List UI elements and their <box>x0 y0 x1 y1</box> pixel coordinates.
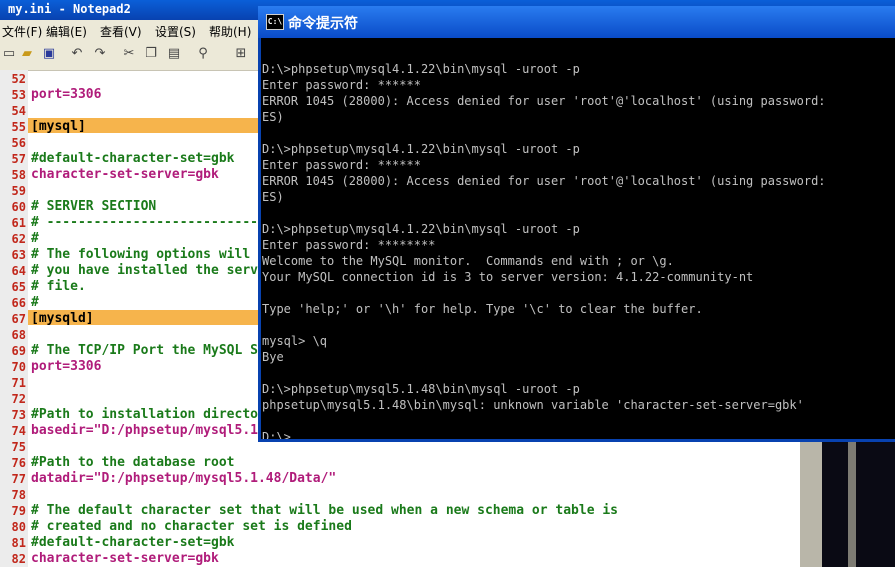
line-number: 75 <box>11 440 26 454</box>
line-number: 69 <box>11 344 26 358</box>
scrollbar-track[interactable] <box>800 440 822 567</box>
cmd-title-bar[interactable]: C:\ 命令提示符 <box>258 6 895 38</box>
line-number: 78 <box>11 488 26 502</box>
line-number: 81 <box>11 536 26 550</box>
code-line: [mysqld] <box>31 311 94 326</box>
code-line: #default-character-set=gbk <box>31 535 235 550</box>
cmd-console-output[interactable]: D:\>phpsetup\mysql4.1.22\bin\mysql -uroo… <box>262 54 895 439</box>
line-number: 77 <box>11 472 26 486</box>
console-line: D:\>phpsetup\mysql4.1.22\bin\mysql -uroo… <box>262 222 580 236</box>
cmd-title: 命令提示符 <box>288 16 358 32</box>
console-line: Type 'help;' or '\h' for help. Type '\c'… <box>262 302 703 316</box>
menu-view[interactable]: 查看(V) <box>100 23 142 40</box>
console-line: phpsetup\mysql5.1.48\bin\mysql: unknown … <box>262 398 804 412</box>
console-line: D:\>phpsetup\mysql4.1.22\bin\mysql -uroo… <box>262 62 580 76</box>
code-line: character-set-server=gbk <box>31 551 219 566</box>
code-line: # The following options will <box>31 247 251 262</box>
code-line: # file. <box>31 279 86 294</box>
code-line: # you have installed the serv <box>31 263 258 278</box>
line-number: 82 <box>11 552 26 566</box>
code-line: basedir="D:/phpsetup/mysql5.1 <box>31 423 258 438</box>
code-line: datadir="D:/phpsetup/mysql5.1.48/Data/" <box>31 471 337 486</box>
copy-icon[interactable]: ❐ <box>142 45 160 63</box>
line-number: 74 <box>11 424 26 438</box>
find-binoculars-icon[interactable]: ⊞ <box>232 45 250 63</box>
line-number: 68 <box>11 328 26 342</box>
console-line: D:\>phpsetup\mysql4.1.22\bin\mysql -uroo… <box>262 142 580 156</box>
console-line: ES) <box>262 110 284 124</box>
line-number-gutter: 52 53 54 55 56 57 58 59 60 61 62 63 64 65 66 67 68 69 70 71… <box>0 70 28 567</box>
console-line: D:\> <box>262 430 291 439</box>
menu-settings[interactable]: 设置(S) <box>155 23 196 40</box>
code-line: character-set-server=gbk <box>31 167 219 182</box>
console-line: Enter password: ******** <box>262 238 436 252</box>
line-number: 53 <box>11 88 26 102</box>
console-line: D:\>phpsetup\mysql5.1.48\bin\mysql -uroo… <box>262 382 580 396</box>
console-line: Enter password: ****** <box>262 158 421 172</box>
line-number: 64 <box>11 264 26 278</box>
code-line: port=3306 <box>31 359 102 374</box>
paste-icon[interactable]: ▤ <box>165 45 183 63</box>
line-number: 76 <box>11 456 26 470</box>
undo-icon[interactable]: ↶ <box>68 45 86 63</box>
line-number: 79 <box>11 504 26 518</box>
line-number: 57 <box>11 152 26 166</box>
code-line: # The default character set that will be… <box>31 503 618 518</box>
line-number: 62 <box>11 232 26 246</box>
new-file-icon[interactable]: ▭ <box>0 45 18 63</box>
menu-edit[interactable]: 编辑(E) <box>46 23 87 40</box>
redo-icon[interactable]: ↷ <box>91 45 109 63</box>
console-line: mysql> \q <box>262 334 328 348</box>
line-number: 67 <box>11 312 26 326</box>
console-line: Enter password: ****** <box>262 78 421 92</box>
line-number: 80 <box>11 520 26 534</box>
save-icon[interactable]: ▣ <box>40 45 58 63</box>
code-line: # <box>31 295 39 310</box>
console-line: Your MySQL connection id is 3 to server … <box>262 270 754 284</box>
line-number: 54 <box>11 104 26 118</box>
console-line: ERROR 1045 (28000): Access denied for us… <box>262 174 826 188</box>
menu-file[interactable]: 文件(F) <box>2 23 42 40</box>
line-number: 71 <box>11 376 26 390</box>
line-number: 58 <box>11 168 26 182</box>
code-line: # SERVER SECTION <box>31 199 157 214</box>
console-line: ERROR 1045 (28000): Access denied for us… <box>262 94 826 108</box>
code-line: #Path to the database root <box>31 455 235 470</box>
code-line: [mysql] <box>31 119 86 134</box>
open-folder-icon[interactable]: ▰ <box>18 45 36 63</box>
line-number: 56 <box>11 136 26 150</box>
line-number: 72 <box>11 392 26 406</box>
find-icon[interactable]: ⚲ <box>194 45 212 63</box>
code-line: port=3306 <box>31 87 102 102</box>
code-line: #default-character-set=gbk <box>31 151 235 166</box>
code-line: # ----------------------------- <box>31 215 274 230</box>
line-number: 73 <box>11 408 26 422</box>
window-border <box>848 440 856 567</box>
console-line: Welcome to the MySQL monitor. Commands e… <box>262 254 674 268</box>
line-number: 60 <box>11 200 26 214</box>
notepad-title: my.ini - Notepad2 <box>8 2 131 16</box>
console-line: ES) <box>262 190 284 204</box>
menu-help[interactable]: 帮助(H) <box>209 23 251 40</box>
console-line: Bye <box>262 350 284 364</box>
line-number: 52 <box>11 72 26 86</box>
line-number: 70 <box>11 360 26 374</box>
line-number: 65 <box>11 280 26 294</box>
code-line: # created and no character set is define… <box>31 519 352 534</box>
line-number: 63 <box>11 248 26 262</box>
line-number: 61 <box>11 216 26 230</box>
cut-icon[interactable]: ✂ <box>120 45 138 63</box>
line-number: 66 <box>11 296 26 310</box>
cmd-icon: C:\ <box>266 14 284 30</box>
line-number: 59 <box>11 184 26 198</box>
code-line: #Path to installation directo <box>31 407 258 422</box>
code-line: # The TCP/IP Port the MySQL S <box>31 343 258 358</box>
line-number: 55 <box>11 120 26 134</box>
code-line: # <box>31 231 39 246</box>
